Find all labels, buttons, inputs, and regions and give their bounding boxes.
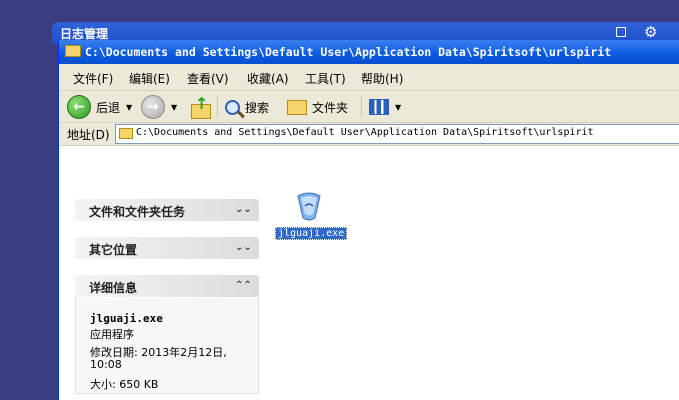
detail-name: jlguaji.exe [90, 312, 163, 325]
address-label: 地址(D) [67, 128, 110, 142]
folders-button[interactable]: 文件夹 [287, 96, 348, 118]
views-icon [369, 99, 389, 115]
details-body: jlguaji.exe 应用程序 修改日期: 2013年2月12日, 10:08… [75, 298, 259, 394]
expand-icon[interactable]: ⌄⌄ [235, 202, 252, 218]
address-bar: 地址(D) C:\Documents and Settings\Default … [59, 123, 679, 146]
explorer-window: C:\Documents and Settings\Default User\A… [58, 40, 679, 400]
forward-button[interactable]: → ▼ [141, 95, 177, 119]
detail-modified-time: 10:08 [90, 358, 122, 371]
menu-help[interactable]: 帮助(H) [361, 70, 403, 87]
minimize-icon[interactable] [616, 27, 626, 37]
views-button[interactable]: ▼ [369, 96, 401, 118]
window-title: C:\Documents and Settings\Default User\A… [85, 45, 612, 59]
panel-file-folder-tasks[interactable]: 文件和文件夹任务 ⌄⌄ [75, 199, 259, 221]
collapse-icon[interactable]: ⌃⌃ [235, 278, 252, 294]
toolbar: ← 后退 ▼ → ▼ ↑ 搜索 文件夹 ▼ [59, 92, 679, 123]
panel-title: 文件和文件夹任务 [89, 205, 186, 219]
panel-title: 详细信息 [89, 281, 138, 295]
menu-view[interactable]: 查看(V) [187, 70, 229, 87]
watermark: 瑞星卡卡 www.ikaka.com [548, 352, 673, 396]
detail-size: 大小: 650 KB [90, 378, 159, 391]
back-arrow-icon: ← [67, 95, 91, 119]
up-arrow-icon: ↑ [195, 94, 209, 113]
menu-favorites[interactable]: 收藏(A) [247, 70, 289, 87]
file-item[interactable]: jlguaji.exe [275, 190, 355, 246]
views-dropdown-icon[interactable]: ▼ [395, 103, 401, 112]
expand-icon[interactable]: ⌄⌄ [235, 240, 252, 256]
folders-icon [287, 99, 307, 115]
menu-bar: 文件(F) 编辑(E) 查看(V) 收藏(A) 工具(T) 帮助(H) [59, 66, 679, 91]
file-name: jlguaji.exe [275, 227, 348, 240]
exe-file-icon [297, 192, 321, 221]
toolbar-separator [361, 97, 362, 117]
up-folder-button[interactable]: ↑ [189, 94, 211, 119]
task-pane: 文件和文件夹任务 ⌄⌄ 其它位置 ⌄⌄ 详细信息 ⌃⌃ jlguaji.exe … [59, 146, 271, 400]
back-dropdown-icon[interactable]: ▼ [126, 103, 132, 112]
forward-arrow-icon: → [141, 95, 165, 119]
toolbar-separator [217, 97, 218, 117]
menu-tools[interactable]: 工具(T) [305, 70, 346, 87]
search-icon [225, 99, 240, 115]
back-label: 后退 [96, 100, 121, 115]
panel-other-places[interactable]: 其它位置 ⌄⌄ [75, 237, 259, 259]
search-button[interactable]: 搜索 [225, 96, 269, 118]
search-label: 搜索 [245, 100, 270, 115]
address-value: C:\Documents and Settings\Default User\A… [136, 127, 594, 138]
menu-file[interactable]: 文件(F) [73, 70, 113, 87]
address-folder-icon [119, 128, 133, 139]
address-input[interactable]: C:\Documents and Settings\Default User\A… [115, 124, 679, 144]
panel-title: 其它位置 [89, 243, 138, 257]
folder-icon [65, 45, 81, 57]
detail-type: 应用程序 [90, 328, 134, 341]
watermark-url: www.ikaka.com [566, 376, 652, 389]
menu-edit[interactable]: 编辑(E) [129, 70, 170, 87]
forward-dropdown-icon[interactable]: ▼ [171, 103, 177, 112]
back-button[interactable]: ← 后退 ▼ [67, 95, 132, 119]
window-titlebar: C:\Documents and Settings\Default User\A… [59, 40, 679, 64]
folders-label: 文件夹 [312, 100, 349, 115]
panel-details[interactable]: 详细信息 ⌃⌃ [75, 275, 259, 297]
gear-icon[interactable]: ⚙ [644, 23, 657, 41]
